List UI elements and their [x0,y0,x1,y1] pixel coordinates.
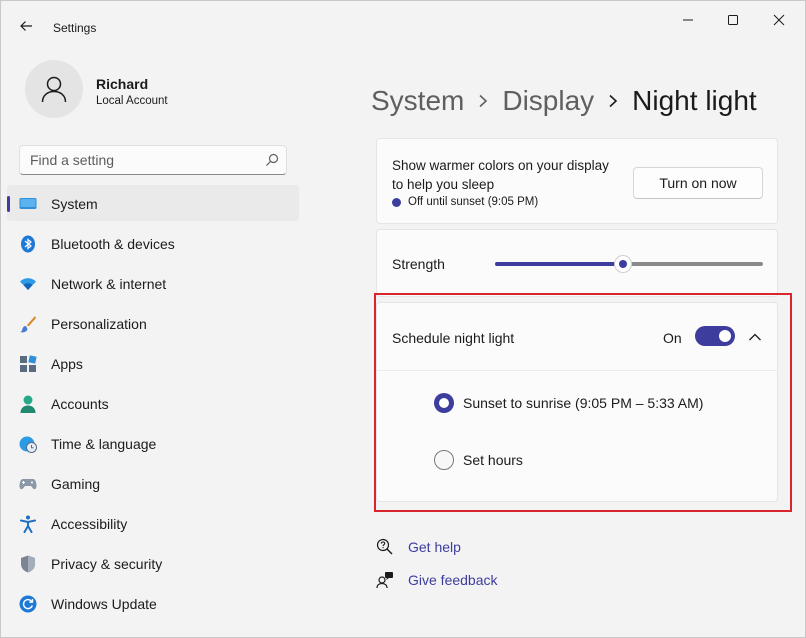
get-help-label: Get help [408,539,461,555]
maximize-icon [728,15,738,25]
page-title: Night light [632,85,757,116]
schedule-card: Schedule night light On Sunset to sunris… [376,302,778,502]
strength-label: Strength [392,256,445,272]
info-icon [392,197,401,207]
sidebar-item-accounts[interactable]: Accounts [7,385,299,421]
strength-slider-thumb[interactable] [614,255,632,273]
sidebar-item-network[interactable]: Network & internet [7,265,299,301]
maximize-button[interactable] [718,9,748,31]
radio-button[interactable] [434,450,454,470]
shield-icon [19,555,37,573]
chevron-right-icon [478,94,488,108]
sidebar-item-system[interactable]: System [7,185,299,221]
sidebar-item-label: Personalization [51,316,147,332]
brush-icon [19,315,37,333]
turn-on-now-button[interactable]: Turn on now [633,167,763,199]
account-type: Local Account [96,95,168,107]
divider [377,370,777,371]
apps-icon [19,355,37,373]
monitor-icon [19,195,37,213]
sidebar-item-accessibility[interactable]: Accessibility [7,505,299,541]
arrow-left-icon [20,21,32,31]
strength-slider-track[interactable] [623,262,763,266]
sidebar-item-label: Accounts [51,396,109,412]
wifi-icon [19,275,37,293]
sidebar-item-bluetooth[interactable]: Bluetooth & devices [7,225,299,261]
sidebar-item-label: Privacy & security [51,556,163,572]
radio-label: Set hours [463,452,523,468]
get-help-link[interactable]: Get help [375,537,461,557]
back-button[interactable] [15,15,37,37]
sidebar-item-time-language[interactable]: Time & language [7,425,299,461]
sidebar-item-windows-update[interactable]: Windows Update [7,585,299,621]
gamepad-icon [19,475,37,493]
sidebar-item-label: Apps [51,356,83,372]
sidebar-nav: System Bluetooth & devices Network & int… [7,185,299,625]
update-icon [19,595,37,613]
schedule-toggle[interactable] [695,326,735,346]
settings-window: Settings Richard Local Account System [0,0,806,638]
option-set-hours[interactable]: Set hours [434,450,523,470]
user-name: Richard [96,76,149,92]
globe-clock-icon [19,435,37,453]
minimize-button[interactable] [673,9,703,31]
bluetooth-icon [19,235,37,253]
night-light-status: Off until sunset (9:05 PM) [392,196,538,208]
sidebar-item-label: Accessibility [51,516,128,532]
person-icon [19,395,37,413]
app-title: Settings [53,21,97,35]
option-sunset-to-sunrise[interactable]: Sunset to sunrise (9:05 PM – 5:33 AM) [434,393,703,413]
give-feedback-label: Give feedback [408,572,498,588]
sidebar-item-label: Time & language [51,436,157,452]
breadcrumb: System Display Night light [371,81,757,121]
minimize-icon [683,19,693,21]
strength-slider-fill[interactable] [495,262,623,266]
schedule-label: Schedule night light [392,330,515,346]
schedule-state-label: On [663,330,682,346]
help-icon [375,537,395,557]
sidebar-item-gaming[interactable]: Gaming [7,465,299,501]
sidebar-item-label: Network & internet [51,276,167,292]
give-feedback-link[interactable]: Give feedback [375,570,498,590]
sidebar-item-label: System [51,196,98,212]
user-icon [41,76,67,103]
sidebar-item-label: Gaming [51,476,101,492]
night-light-description: Show warmer colors on your display to he… [392,158,609,192]
sidebar-item-privacy-security[interactable]: Privacy & security [7,545,299,581]
close-button[interactable] [764,9,794,31]
search-icon [266,153,279,166]
avatar[interactable] [25,60,83,118]
chevron-up-icon[interactable] [747,329,763,345]
strength-card: Strength [376,229,778,297]
chevron-right-icon [608,94,618,108]
sidebar-item-label: Windows Update [51,596,157,612]
night-light-status-card: Show warmer colors on your display to he… [376,138,778,224]
feedback-icon [375,570,395,590]
sidebar-item-label: Bluetooth & devices [51,236,175,252]
status-text: Off until sunset (9:05 PM) [408,196,539,208]
accessibility-icon [19,515,37,533]
search-input[interactable] [19,145,287,175]
title-bar: Settings [1,1,805,45]
sidebar-item-apps[interactable]: Apps [7,345,299,381]
radio-label: Sunset to sunrise (9:05 PM – 5:33 AM) [463,395,704,411]
radio-button[interactable] [434,393,454,413]
breadcrumb-system[interactable]: System [371,85,464,117]
breadcrumb-display[interactable]: Display [502,85,594,117]
close-icon [773,14,785,26]
sidebar-item-personalization[interactable]: Personalization [7,305,299,341]
